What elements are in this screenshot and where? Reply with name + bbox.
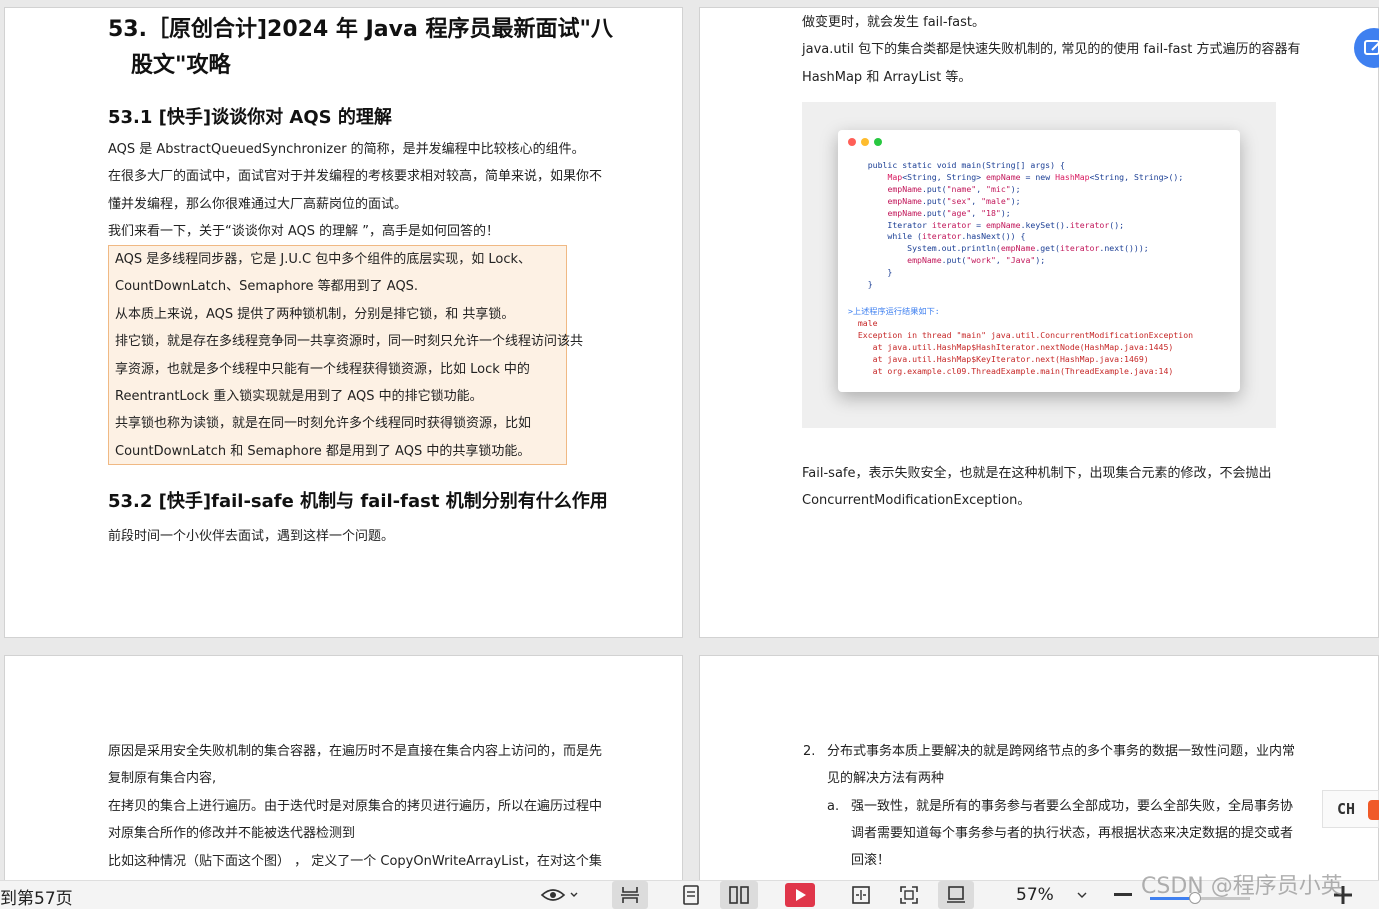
code-line: System.out.println(empName.get(iterator.… <box>848 243 1149 254</box>
zoom-out-button[interactable] <box>1110 881 1136 909</box>
page-width-button[interactable] <box>844 881 878 909</box>
page-navigate-icon <box>947 886 965 903</box>
list-item-a-line: 调者需要知道每个事务参与者的执行状态，再根据状态来决定数据的提交或者 <box>851 826 1294 841</box>
list-item-a-line: 回滚！ <box>851 853 891 868</box>
input-method-label: CH <box>1337 800 1356 818</box>
single-page-icon <box>621 887 639 903</box>
eye-icon <box>540 889 578 901</box>
code-line: } <box>848 279 873 290</box>
text-line: 从本质上来说，AQS 提供了两种锁机制，分别是排它锁，和 共享锁。 <box>115 306 515 322</box>
text-line: 前段时间一个小伙伴去面试，遇到这样一个问题。 <box>108 529 395 544</box>
minus-icon <box>1114 893 1132 896</box>
close-dot-icon <box>848 138 856 146</box>
single-page-view-button[interactable] <box>612 881 648 909</box>
list-marker-a: a. <box>827 799 840 814</box>
code-line: empName.put("name", "mic"); <box>887 183 1021 194</box>
list-item-2-line: 见的解决方法有两种 <box>827 771 945 786</box>
two-page-icon <box>729 886 749 904</box>
document-page-3: 原因是采用安全失败机制的集合容器，在遍历时不是直接在集合内容上访问的，而是先 复… <box>4 655 683 908</box>
continuous-view-button[interactable] <box>674 881 708 909</box>
text-line: 比如这种情况（贴下面这个图） ， 定义了一个 CopyOnWriteArrayL… <box>108 853 602 869</box>
output-line: at org.example.cl09.ThreadExample.main(T… <box>848 365 1174 376</box>
chapter-title-line-1: 53.［原创合计]2024 年 Java 程序员最新面试"八 <box>108 17 613 42</box>
text-line: 懂并发编程，那么你很难通过大厂高薪岗位的面试。 <box>108 196 408 212</box>
text-line: CountDownLatch 和 Semaphore 都是用到了 AQS 中的共… <box>115 443 531 459</box>
page-width-icon <box>852 886 870 904</box>
text-line: ConcurrentModificationException。 <box>802 493 1031 509</box>
text-line: CountDownLatch、Semaphore 等都用到了 AQS. <box>115 279 419 295</box>
output-line: >上述程序运行结果如下: <box>848 306 940 316</box>
maximize-dot-icon <box>874 138 882 146</box>
output-line: at java.util.HashMap$HashIterator.nextNo… <box>848 341 1174 352</box>
code-line: empName.put("work", "Java"); <box>907 255 1046 266</box>
list-item-2-line: 分布式事务本质上要解决的就是跨网络节点的多个事务的数据一致性问题，业内常 <box>827 744 1296 759</box>
text-line: 排它锁，就是存在多线程竞争同一共享资源时，同一时刻只允许一个线程访问该共 <box>115 334 584 350</box>
play-icon <box>785 883 815 907</box>
code-line: public static void main(String[] args) { <box>848 160 1065 170</box>
text-line: AQS 是多线程同步器，它是 J.U.C 包中多个组件的底层实现，如 Lock、 <box>115 252 532 267</box>
text-line: 我们来看一下，关于“谈谈你对 AQS 的理解 ”，高手是如何回答的！ <box>108 224 500 240</box>
document-page-1: 53.［原创合计]2024 年 Java 程序员最新面试"八 股文"攻略 53.… <box>4 7 683 638</box>
text-line: java.util 包下的集合类都是快速失败机制的, 常见的的使用 fail-f… <box>802 42 1301 58</box>
code-line: empName.put("sex", "male"); <box>887 195 1021 206</box>
text-line: 对原集合所作的修改并不能被迭代器检测到 <box>108 826 356 842</box>
input-method-icon <box>1368 800 1379 820</box>
text-line: 共享锁也称为读锁，就是在同一时刻允许多个线程同时获得锁资源，比如 <box>115 416 532 432</box>
list-marker-2: 2. <box>803 744 816 759</box>
text-line: 在拷贝的集合上进行遍历。由于迭代时是对原集合的拷贝进行遍历，所以在遍历过程中 <box>108 798 603 814</box>
text-line: 享资源，也就是多个线程中只能有一个线程获得锁资源，比如 Lock 中的 <box>115 361 530 377</box>
output-line: at java.util.HashMap$KeyIterator.next(Ha… <box>848 353 1149 364</box>
text-line: ReentrantLock 重入锁实现就是用到了 AQS 中的排它锁功能。 <box>115 389 483 405</box>
chevron-down-icon <box>1077 892 1087 898</box>
text-line: HashMap 和 ArrayList 等。 <box>802 69 972 85</box>
code-line: empName.put("age", "18"); <box>887 207 1011 218</box>
section-heading-fail-safe: 53.2 [快手]fail-safe 机制与 fail-fast 机制分别有什么… <box>108 491 608 512</box>
fail-safe-intro: 前段时间一个小伙伴去面试，遇到这样一个问题。 <box>108 523 394 550</box>
fit-page-button[interactable] <box>892 881 926 909</box>
fail-fast-paragraph: 做变更时，就会发生 fail-fast。 java.util 包下的集合类都是快… <box>802 9 1300 91</box>
output-line: male <box>848 317 878 328</box>
edit-icon <box>1364 40 1379 55</box>
text-line: Fail-safe，表示失败安全，也就是在这种机制下，出现集合元素的修改，不会抛… <box>802 466 1272 481</box>
text-line: 复制原有集合内容, <box>108 771 217 787</box>
document-icon <box>683 885 699 905</box>
play-slideshow-button[interactable] <box>782 881 818 909</box>
aqs-intro-paragraph: AQS 是 AbstractQueuedSynchronizer 的简称，是并发… <box>108 136 602 246</box>
text-line: 原因是采用安全失败机制的集合容器，在遍历时不是直接在集合内容上访问的，而是先 <box>108 744 603 759</box>
code-line: Iterator iterator = empName.keySet().ite… <box>848 219 1125 230</box>
eye-protection-button[interactable] <box>534 881 582 909</box>
text-line: AQS 是 AbstractQueuedSynchronizer 的简称，是并发… <box>108 142 585 157</box>
output-line: Exception in thread "main" java.util.Con… <box>848 329 1194 340</box>
text-line: 在很多大厂的面试中，面试官对于并发编程的考核要求相对较高，简单来说，如果你不 <box>108 169 603 185</box>
minimize-dot-icon <box>861 138 869 146</box>
list-item-a-line: 强一致性，就是所有的事务参与者要么全部成功，要么全部失败，全局事务协 <box>851 799 1294 814</box>
zoom-dropdown[interactable] <box>1072 881 1092 909</box>
answer-quote-box: AQS 是多线程同步器，它是 J.U.C 包中多个组件的底层实现，如 Lock、… <box>108 245 584 465</box>
zoom-level[interactable]: 57% <box>1016 885 1054 905</box>
code-line: } <box>848 267 893 278</box>
section-heading-aqs: 53.1 [快手]谈谈你对 AQS 的理解 <box>108 107 392 128</box>
text-line: 做变更时，就会发生 fail-fast。 <box>802 15 986 30</box>
code-block: public static void main(String[] args) {… <box>848 160 1184 291</box>
code-line: while (iterator.hasNext()) { <box>848 231 1026 242</box>
watermark: CSDN @程序员小英 <box>1141 874 1343 899</box>
document-page-2: 做变更时，就会发生 fail-fast。 java.util 包下的集合类都是快… <box>699 7 1379 638</box>
code-screenshot: public static void main(String[] args) {… <box>802 102 1276 428</box>
page-indicator[interactable]: 到第57页 <box>0 884 73 909</box>
page-navigate-button[interactable] <box>938 881 974 909</box>
copy-on-write-paragraph: 原因是采用安全失败机制的集合容器，在遍历时不是直接在集合内容上访问的，而是先 复… <box>108 738 602 875</box>
fail-safe-paragraph: Fail-safe，表示失败安全，也就是在这种机制下，出现集合元素的修改，不会抛… <box>802 460 1271 515</box>
code-window: public static void main(String[] args) {… <box>838 130 1240 392</box>
code-output: >上述程序运行结果如下: male Exception in thread "m… <box>848 306 1193 377</box>
chapter-title-line-2: 股文"攻略 <box>131 53 231 78</box>
input-method-badge[interactable]: CH <box>1322 790 1379 828</box>
two-page-view-button[interactable] <box>720 881 758 909</box>
code-line: Map<String, String> empName = new HashMa… <box>887 171 1184 182</box>
fit-screen-icon <box>900 886 918 904</box>
